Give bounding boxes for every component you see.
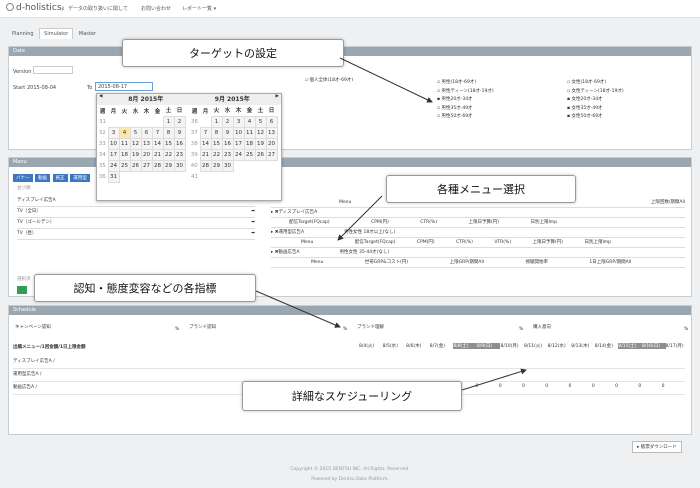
arrow <box>337 195 383 241</box>
callout-arrows <box>255 57 527 391</box>
arrow <box>461 368 527 391</box>
arrow <box>339 57 433 103</box>
arrow <box>255 290 341 328</box>
